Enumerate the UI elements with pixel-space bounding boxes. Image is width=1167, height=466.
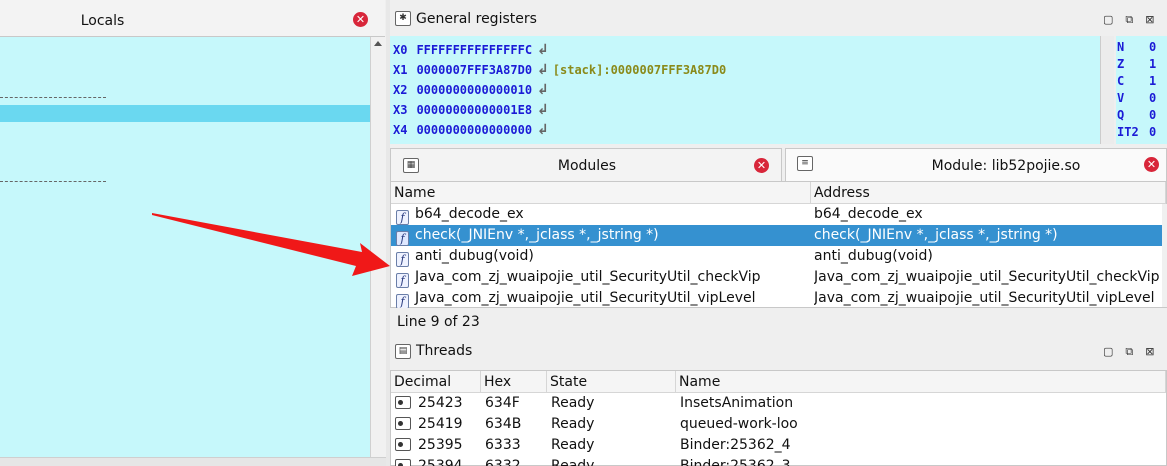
annotation-arrow	[152, 213, 390, 276]
arrow-shape	[152, 213, 390, 276]
